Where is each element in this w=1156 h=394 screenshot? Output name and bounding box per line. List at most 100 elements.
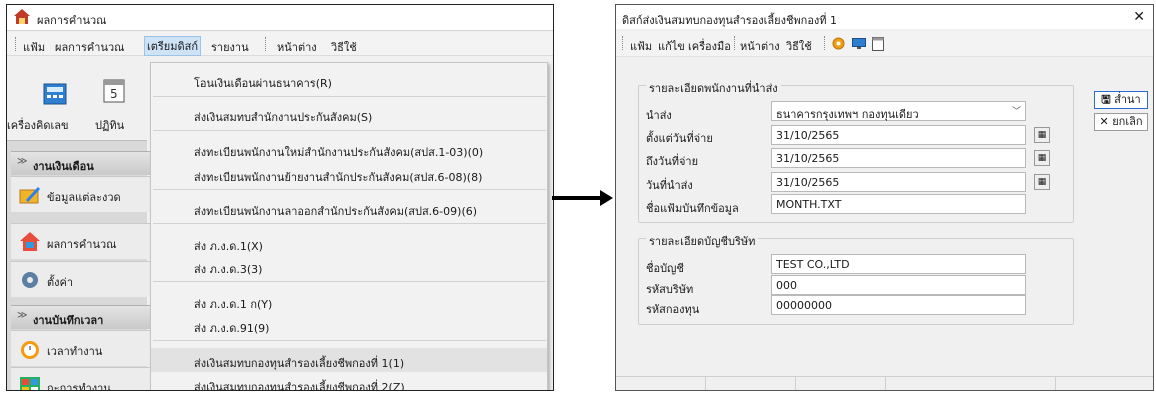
- right-window-title: ดิสก์ส่งเงินสมทบกองทุนสำรองเลี้ยงชีพกองท…: [622, 14, 838, 27]
- send-date-field[interactable]: 31/10/2565: [771, 172, 1026, 192]
- orange-circle-icon[interactable]: [832, 37, 845, 50]
- calendar-icon[interactable]: [872, 36, 884, 51]
- alarm-clock-icon: [21, 341, 39, 359]
- nav-item-label: ตั้งค่า: [47, 276, 74, 289]
- left-window-title: ผลการคำนวณ: [37, 14, 107, 27]
- calendar-icon[interactable]: ▦: [1034, 127, 1050, 143]
- arrow-connector: [552, 196, 605, 200]
- save-button[interactable]: 🖫 ส่ำนา: [1094, 91, 1148, 109]
- nav-item-label: กะการทำงาน: [47, 382, 111, 391]
- right-window: ดิสก์ส่งเงินสมทบกองทุนสำรองเลี้ยงชีพกองท…: [615, 4, 1154, 391]
- send-select[interactable]: ธนาคารกรุงเทพฯ กองทุนเดียว ﹀: [771, 101, 1026, 121]
- menu-item-pnd1k[interactable]: ส่ง ภ.ง.ด.1 ก(Y): [151, 289, 547, 313]
- account-name-field[interactable]: TEST CO.,LTD: [771, 254, 1026, 274]
- chevron-down-icon[interactable]: ﹀: [1012, 104, 1021, 117]
- status-cell: [886, 377, 1056, 390]
- file-name-field[interactable]: MONTH.TXT: [771, 194, 1026, 214]
- sender-details-legend: รายละเอียดพนักงานที่นำส่ง: [646, 79, 781, 97]
- calendar-icon[interactable]: ▦: [1034, 150, 1050, 166]
- account-name-label: ชื่อบัญชี: [646, 262, 684, 275]
- menu-file[interactable]: แฟ้ม: [630, 37, 652, 55]
- gear-icon: [22, 272, 38, 288]
- collapse-chevron-icon[interactable]: ≫: [17, 310, 27, 321]
- nav-section-monthly-label: งานเงินเดือน: [33, 160, 94, 173]
- menu-help[interactable]: วิธีใช้: [331, 38, 357, 56]
- menu-grip: [622, 36, 623, 50]
- menu-separator: [153, 281, 546, 282]
- status-cell: [616, 377, 706, 390]
- status-bar: [616, 376, 1153, 390]
- nav-item-label: ผลการคำนวณ: [47, 238, 117, 251]
- left-toolbar: 5 เครื่องคิดเลข ปฏิทิน: [7, 57, 147, 134]
- send-date-label: วันที่นำส่ง: [646, 179, 693, 192]
- monitor-icon[interactable]: [852, 38, 866, 49]
- menu-separator: [153, 189, 546, 190]
- menu-item-sso-transfer[interactable]: ส่งทะเบียนพนักงานย้ายงานสำนักประกันสังคม…: [151, 162, 547, 186]
- menu-item-pnd3[interactable]: ส่ง ภ.ง.ด.3(3): [151, 254, 547, 278]
- menu-item-sso-resign[interactable]: ส่งทะเบียนพนักงานลาออกสำนักประกันสังคม(ส…: [151, 196, 547, 220]
- status-cell: [706, 377, 796, 390]
- menu-edit[interactable]: แก้ไข: [658, 37, 685, 55]
- menu-help[interactable]: วิธีใช้: [786, 37, 812, 55]
- menu-item-bank-transfer[interactable]: โอนเงินเดือนผ่านธนาคาร(R): [151, 68, 547, 92]
- menu-separator: [153, 130, 546, 131]
- to-date-field[interactable]: 31/10/2565: [771, 148, 1026, 168]
- close-icon: ✕: [1099, 115, 1109, 128]
- grid-table-icon: [20, 377, 40, 390]
- to-date-label: ถึงวันที่จ่าย: [646, 155, 699, 168]
- menu-item-sso-new[interactable]: ส่งทะเบียนพนักงานใหม่สำนักงานประกันสังคม…: [151, 137, 547, 161]
- menu-item-social-security[interactable]: ส่งเงินสมทบสำนักงานประกันสังคม(S): [151, 102, 547, 126]
- fund-code-label: รหัสกองทุน: [646, 303, 700, 316]
- menu-separator: [824, 36, 825, 50]
- menu-window[interactable]: หน้าต่าง: [277, 38, 317, 56]
- menu-grip: [15, 37, 16, 51]
- menu-tools[interactable]: เครื่องมือ: [688, 37, 731, 55]
- menu-prepare-disk[interactable]: เตรียมดิสก์: [143, 36, 202, 56]
- menu-separator: [153, 96, 546, 97]
- collapse-chevron-icon[interactable]: ≫: [17, 156, 27, 167]
- company-code-field[interactable]: 000: [771, 275, 1026, 295]
- prepare-disk-dropdown: โอนเงินเดือนผ่านธนาคาร(R) ส่งเงินสมทบสำน…: [150, 62, 548, 390]
- menu-separator: [734, 36, 735, 50]
- company-account-legend: รายละเอียดบัญชีบริษัท: [646, 232, 759, 250]
- menu-item-provident-fund-2[interactable]: ส่งเงินสมทบกองทุนสำรองเลี้ยงชีพกองที่ 2(…: [151, 372, 547, 390]
- menu-item-provident-fund-1[interactable]: ส่งเงินสมทบกองทุนสำรองเลี้ยงชีพกองที่ 1(…: [151, 348, 547, 372]
- menu-file[interactable]: แฟ้ม: [23, 38, 45, 56]
- house-calc-icon: [20, 232, 40, 251]
- left-menu-bar: แฟ้ม ผลการคำนวณ เตรียมดิสก์ รายงาน หน้าต…: [7, 32, 553, 56]
- status-cell: [796, 377, 886, 390]
- fund-code-field[interactable]: 00000000: [771, 295, 1026, 315]
- from-date-label: ตั้งแต่วันที่จ่าย: [646, 132, 713, 145]
- close-icon[interactable]: ✕: [1133, 9, 1145, 25]
- menu-separator: [153, 223, 546, 224]
- calendar-label[interactable]: ปฏิทิน: [95, 116, 124, 134]
- right-title-bar: ดิสก์ส่งเงินสมทบกองทุนสำรองเลี้ยงชีพกองท…: [616, 5, 1153, 29]
- arrow-head-icon: [600, 190, 613, 206]
- floppy-disk-icon: 🖫: [1101, 93, 1111, 106]
- calendar-icon[interactable]: 5: [103, 77, 125, 103]
- calendar-icon[interactable]: ▦: [1034, 174, 1050, 190]
- calculator-icon[interactable]: [43, 83, 67, 105]
- menu-window[interactable]: หน้าต่าง: [740, 37, 780, 55]
- menu-report[interactable]: รายงาน: [211, 38, 249, 56]
- menu-calc-result[interactable]: ผลการคำนวณ: [55, 38, 124, 56]
- right-menu-bar: แฟ้ม แก้ไข เครื่องมือ หน้าต่าง วิธีใช้: [616, 31, 1153, 57]
- nav-section-time-label: งานบันทึกเวลา: [33, 314, 104, 327]
- left-title-bar: ผลการคำนวณ: [7, 5, 553, 31]
- app-house-icon: [14, 9, 30, 24]
- menu-separator: [265, 37, 266, 51]
- send-label: นำส่ง: [646, 109, 672, 122]
- menu-item-pnd91[interactable]: ส่ง ภ.ง.ด.91(9): [151, 313, 547, 337]
- calculator-label[interactable]: เครื่องคิดเลข: [7, 116, 69, 134]
- svg-text:5: 5: [110, 87, 118, 101]
- menu-separator: [153, 340, 546, 341]
- cancel-button[interactable]: ✕ ยกเลิก: [1094, 113, 1148, 131]
- from-date-field[interactable]: 31/10/2565: [771, 125, 1026, 145]
- left-window: ผลการคำนวณ แฟ้ม ผลการคำนวณ เตรียมดิสก์ ร…: [6, 4, 554, 391]
- nav-item-label: ข้อมูลแต่ละงวด: [47, 191, 121, 204]
- company-code-label: รหัสบริษัท: [646, 283, 694, 296]
- file-name-label: ชื่อแฟ้มบันทึกข้อมูล: [646, 202, 739, 215]
- nav-item-label: เวลาทำงาน: [47, 345, 103, 358]
- folder-pencil-icon: [19, 186, 41, 204]
- menu-item-pnd1[interactable]: ส่ง ภ.ง.ด.1(X): [151, 231, 547, 255]
